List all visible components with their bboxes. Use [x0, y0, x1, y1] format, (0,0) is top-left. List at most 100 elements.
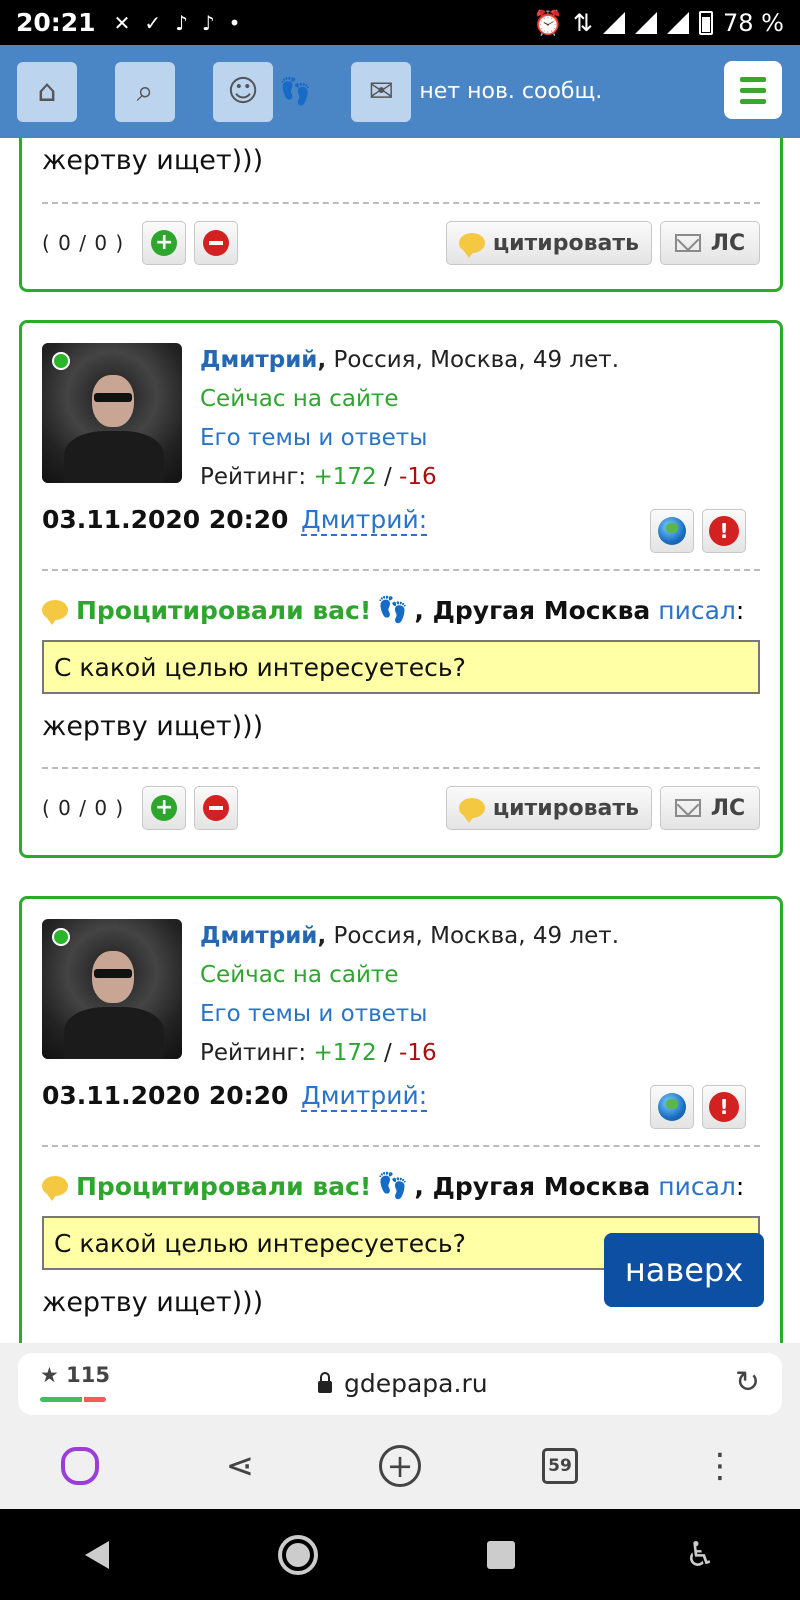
more-button[interactable]: ⋮	[690, 1436, 750, 1496]
reply-text: жертву ищет)))	[42, 145, 264, 176]
site-header: ⌂ ⌕ ☺ 👣 ✉ нет нов. сообщ.	[0, 45, 800, 138]
web-button[interactable]	[650, 509, 694, 553]
user-topics-link[interactable]: Его темы и ответы	[200, 995, 619, 1034]
browser-url-bar: ★ 115 gdepapa.ru ↻	[0, 1343, 800, 1423]
status-bar: 20:21 ✕ ✓ ♪ ♪ • ⏰ ⇅ 78 %	[0, 0, 800, 45]
online-indicator	[52, 928, 70, 946]
share-button[interactable]: ⋖	[210, 1436, 270, 1496]
vote-plus-button[interactable]: +	[142, 786, 187, 830]
search-button[interactable]: ⌕	[115, 61, 175, 122]
star-icon: ★	[40, 1363, 59, 1387]
quoted-author: Другая Москва	[432, 1171, 651, 1201]
messages-button[interactable]: ✉	[351, 61, 412, 122]
home-nav-icon[interactable]	[278, 1534, 319, 1575]
post-date: 03.11.2020 20:20	[42, 1081, 289, 1110]
divider	[42, 202, 760, 204]
user-topics-link[interactable]: Его темы и ответы	[200, 419, 619, 458]
post-actions: ( 0 / 0 ) + цитировать ЛС	[42, 220, 760, 266]
tabs-button[interactable]: 59	[530, 1436, 590, 1496]
plus-icon: +	[151, 230, 178, 256]
private-message-button[interactable]: ЛС	[660, 786, 760, 830]
lock-icon	[318, 1371, 332, 1393]
wrote-link[interactable]: писал	[658, 1172, 736, 1201]
vote-minus-button[interactable]	[194, 221, 239, 265]
avatar[interactable]	[42, 343, 182, 483]
footprints-icon: 👣	[377, 595, 409, 624]
report-button[interactable]: !	[702, 1085, 746, 1129]
avatar[interactable]	[42, 919, 182, 1059]
new-tab-button[interactable]: +	[370, 1436, 430, 1496]
alice-icon	[61, 1447, 99, 1485]
user-info: Дмитрий, Россия, Москва, 49 лет. Сейчас …	[200, 923, 620, 1066]
report-button[interactable]: !	[702, 509, 746, 553]
search-icon: ⌕	[136, 74, 154, 109]
reload-icon[interactable]: ↻	[735, 1365, 760, 1400]
user-location: Россия, Москва, 49 лет.	[333, 923, 620, 949]
data-arrows-icon: ⇅	[572, 8, 594, 37]
post-date: 03.11.2020 20:20	[42, 505, 289, 534]
minus-icon	[203, 230, 230, 256]
vote-plus-button[interactable]: +	[142, 221, 187, 265]
site-rating[interactable]: ★ 115	[40, 1363, 110, 1387]
online-status: Сейчас на сайте	[200, 962, 399, 988]
quote-button[interactable]: цитировать	[445, 786, 652, 830]
user-location: Россия, Москва, 49 лет.	[333, 347, 620, 373]
alert-icon: !	[709, 1092, 739, 1122]
accessibility-icon[interactable]: ♿	[685, 1535, 715, 1575]
quote-icon	[458, 798, 485, 823]
reply-text: жертву ищет)))	[42, 1287, 264, 1318]
footprints-icon[interactable]: 👣	[279, 77, 311, 107]
rating-minus: -16	[399, 464, 437, 490]
battery-icon	[699, 10, 714, 35]
divider	[42, 1145, 760, 1147]
quoted-author: Другая Москва	[432, 595, 651, 625]
user-name[interactable]: Дмитрий	[200, 923, 317, 949]
globe-icon	[658, 517, 686, 545]
web-button[interactable]	[650, 1085, 694, 1129]
quote-header: Процитировали вас! 👣 , Другая Москва пис…	[42, 595, 744, 625]
home-button[interactable]: ⌂	[17, 61, 77, 122]
notification-icons: ✕ ✓ ♪ ♪ •	[114, 11, 241, 35]
wrote-link[interactable]: писал	[658, 596, 736, 625]
user-info: Дмитрий, Россия, Москва, 49 лет. Сейчас …	[200, 347, 620, 490]
posts-list: жертву ищет))) ( 0 / 0 ) + цитировать ЛС…	[0, 138, 800, 1343]
quote-icon	[458, 233, 485, 258]
system-nav-bar: ♿	[0, 1509, 800, 1600]
scroll-top-button[interactable]: наверх	[604, 1233, 764, 1307]
messages-status[interactable]: нет нов. сообщ.	[419, 79, 602, 104]
back-icon[interactable]	[84, 1540, 109, 1569]
check-icon: ✓	[144, 10, 162, 35]
quoted-label: Процитировали вас!	[76, 1171, 372, 1201]
user-name[interactable]: Дмитрий	[200, 347, 317, 373]
private-message-button[interactable]: ЛС	[660, 221, 760, 265]
vote-minus-button[interactable]	[194, 786, 239, 830]
envelope-icon: ✉	[368, 74, 394, 109]
profile-button[interactable]: ☺	[213, 61, 273, 122]
quote-button[interactable]: цитировать	[445, 221, 652, 265]
alice-button[interactable]	[50, 1436, 110, 1496]
more-vertical-icon: ⋮	[703, 1446, 737, 1486]
plus-circle-icon: +	[379, 1445, 421, 1487]
url-display[interactable]: gdepapa.ru	[318, 1369, 488, 1398]
signal-icon	[635, 11, 658, 34]
battery-percent: 78 %	[723, 8, 784, 37]
menu-button[interactable]	[724, 61, 782, 119]
divider	[42, 569, 760, 571]
online-indicator	[52, 352, 70, 370]
author-link[interactable]: Дмитрий:	[301, 1081, 428, 1112]
rating-bar	[40, 1397, 106, 1402]
status-time: 20:21	[16, 8, 96, 37]
quote-icon	[42, 1176, 68, 1201]
tabs-count: 59	[542, 1448, 578, 1484]
user-icon: ☺	[227, 74, 259, 109]
author-link[interactable]: Дмитрий:	[301, 505, 428, 536]
wifi-icon	[603, 11, 626, 34]
plus-icon: +	[151, 795, 178, 821]
quoted-label: Процитировали вас!	[76, 595, 372, 625]
divider	[42, 767, 760, 769]
online-status: Сейчас на сайте	[200, 386, 399, 412]
rating-plus: +172	[313, 464, 377, 490]
recents-icon[interactable]	[487, 1540, 516, 1569]
reply-text: жертву ищет)))	[42, 711, 264, 742]
address-pill[interactable]: ★ 115 gdepapa.ru ↻	[18, 1353, 782, 1415]
